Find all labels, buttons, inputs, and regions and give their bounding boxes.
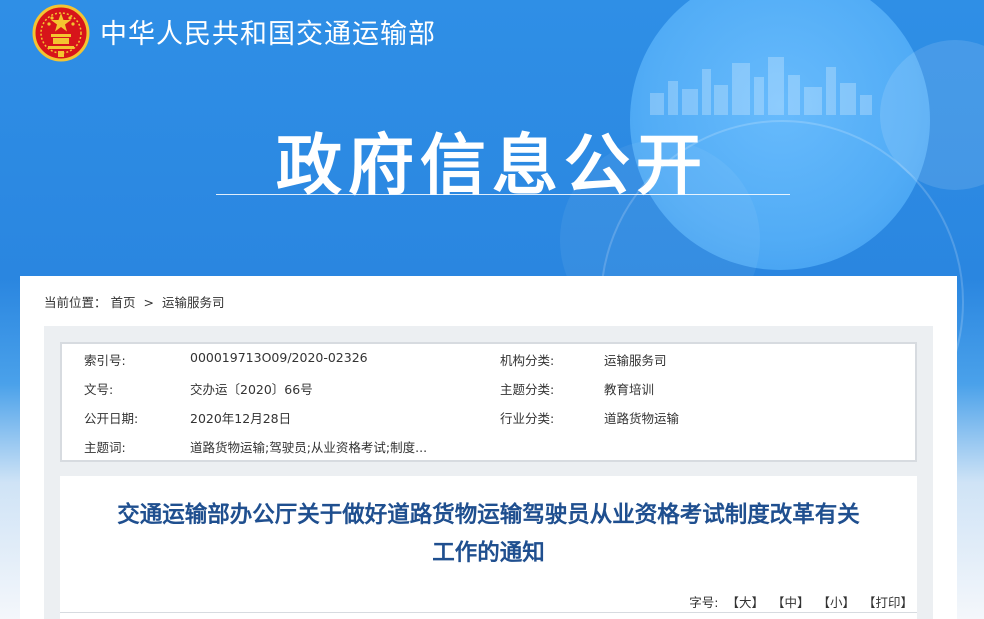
meta-label: 主题词:	[84, 440, 126, 455]
breadcrumb-department-link[interactable]: 运输服务司	[162, 295, 225, 310]
print-button[interactable]: 【打印】	[863, 595, 913, 610]
meta-value: 道路货物运输;驾驶员;从业资格考试;制度...	[190, 440, 428, 455]
meta-value: 教育培训	[604, 382, 655, 397]
article-area: 索引号: 000019713O09/2020-02326 机构分类: 运输服务司…	[44, 326, 933, 619]
site-title[interactable]: 中华人民共和国交通运输部	[100, 12, 436, 51]
breadcrumb: 当前位置： 首页 > 运输服务司	[44, 292, 224, 311]
font-size-small-button[interactable]: 【小】	[817, 595, 855, 610]
meta-label: 公开日期:	[84, 411, 139, 426]
meta-value: 000019713O09/2020-02326	[190, 350, 368, 365]
document-title: 交通运输部办公厅关于做好道路货物运输驾驶员从业资格考试制度改革有关 工作的通知	[60, 496, 917, 572]
document-title-line: 工作的通知	[432, 540, 545, 566]
meta-value: 2020年12月28日	[190, 411, 292, 426]
meta-label: 文号:	[84, 382, 114, 397]
city-skyline-graphic	[650, 55, 890, 115]
meta-value: 运输服务司	[604, 353, 667, 368]
meta-row: 公开日期: 2020年12月28日 行业分类: 道路货物运输	[62, 408, 915, 432]
meta-row: 文号: 交办运〔2020〕66号 主题分类: 教育培训	[62, 379, 915, 403]
divider	[60, 612, 917, 613]
font-size-medium-button[interactable]: 【中】	[772, 595, 810, 610]
breadcrumb-prefix: 当前位置：	[44, 295, 107, 310]
content-panel: 当前位置： 首页 > 运输服务司 索引号: 000019713O09/2020-…	[20, 276, 957, 619]
meta-label: 主题分类:	[500, 382, 555, 397]
meta-label: 行业分类:	[500, 411, 555, 426]
national-emblem-icon	[32, 4, 90, 62]
document-title-line: 交通运输部办公厅关于做好道路货物运输驾驶员从业资格考试制度改革有关	[117, 502, 860, 528]
breadcrumb-separator: >	[143, 295, 154, 310]
title-underline	[216, 194, 790, 195]
meta-value: 道路货物运输	[604, 411, 680, 426]
meta-label: 索引号:	[84, 353, 126, 368]
font-size-controls: 字号: 【大】 【中】 【小】 【打印】	[689, 592, 913, 611]
meta-row: 主题词: 道路货物运输;驾驶员;从业资格考试;制度...	[62, 437, 915, 461]
font-size-label: 字号:	[689, 595, 719, 610]
meta-row: 索引号: 000019713O09/2020-02326 机构分类: 运输服务司	[62, 350, 915, 374]
document-body: 交通运输部办公厅关于做好道路货物运输驾驶员从业资格考试制度改革有关 工作的通知 …	[60, 476, 917, 619]
meta-label: 机构分类:	[500, 353, 555, 368]
font-size-large-button[interactable]: 【大】	[726, 595, 764, 610]
document-metadata-table: 索引号: 000019713O09/2020-02326 机构分类: 运输服务司…	[60, 342, 917, 462]
meta-value: 交办运〔2020〕66号	[190, 382, 313, 397]
breadcrumb-home-link[interactable]: 首页	[111, 295, 136, 310]
